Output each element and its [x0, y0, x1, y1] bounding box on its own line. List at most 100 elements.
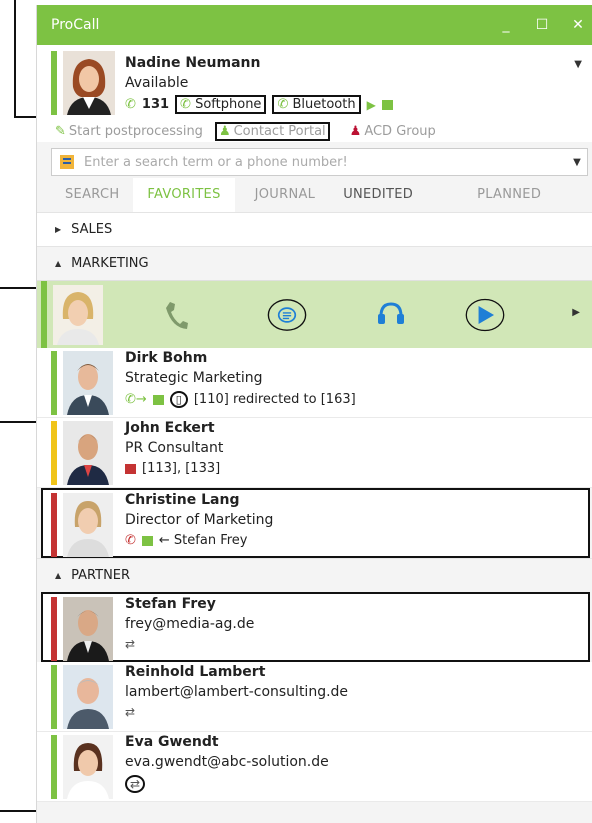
tab-journal[interactable]: JOURNAL — [241, 178, 330, 212]
contact-avatar — [63, 493, 113, 557]
transfer-icon: ⇄ — [125, 705, 136, 719]
action-links: ✎ Start postprocessing ♟ Contact Portal ♟ A… — [37, 120, 592, 142]
presence-indicator — [51, 597, 57, 661]
chevron-down-icon[interactable]: ▼ — [567, 157, 587, 168]
contact-item[interactable]: Eva Gwendt eva.gwendt@abc-solution.de ⇄ — [37, 732, 592, 802]
acd-group-label: ACD Group — [364, 123, 436, 139]
group-marketing[interactable]: ▲ MARKETING — [37, 246, 592, 280]
headset-button[interactable] — [371, 295, 411, 335]
contact-avatar — [63, 735, 113, 799]
chevron-down-icon[interactable]: ▼ — [574, 59, 582, 70]
chat-button[interactable] — [267, 295, 307, 335]
user-avatar — [63, 51, 115, 115]
contact-status-row: [113], [133] — [125, 461, 220, 476]
contact-portal-label: Contact Portal — [233, 123, 326, 139]
presence-indicator — [51, 421, 57, 485]
tab-unedited[interactable]: UNEDITED — [329, 178, 427, 212]
annotation-line — [14, 0, 16, 118]
pencil-icon: ✎ — [55, 123, 66, 139]
play-icon[interactable]: ▶ — [367, 98, 376, 112]
tab-bar: SEARCH FAVORITES JOURNAL UNEDITED PLANNE… — [37, 178, 592, 212]
contact-email: lambert@lambert-consulting.de — [125, 684, 349, 700]
play-button[interactable] — [465, 295, 505, 335]
contact-item[interactable]: Dirk Bohm Strategic Marketing ✆→ ▯ [110]… — [37, 348, 592, 418]
phone-icon: ✆ — [180, 97, 191, 112]
chevron-right-icon: ▶ — [55, 225, 62, 234]
user-name: Nadine Neumann — [125, 55, 261, 71]
group-label: SALES — [71, 222, 113, 237]
transfer-icon: ⇄ — [125, 637, 136, 651]
contact-name: Dirk Bohm — [125, 350, 208, 366]
call-button[interactable] — [157, 295, 197, 335]
softphone-device[interactable]: ✆ Softphone — [175, 95, 267, 114]
postprocessing-label: Start postprocessing — [68, 123, 203, 139]
contact-name: Christine Lang — [125, 492, 240, 508]
maximize-button[interactable]: ☐ — [524, 17, 560, 33]
presence-indicator — [51, 493, 57, 557]
titlebar: ProCall _ ☐ ✕ — [37, 5, 592, 45]
calendar-icon[interactable] — [381, 99, 393, 110]
chat-icon — [267, 299, 307, 331]
contact-avatar — [63, 597, 113, 661]
contact-avatar — [63, 665, 113, 729]
user-status[interactable]: Available — [125, 75, 188, 91]
contact-email: eva.gwendt@abc-solution.de — [125, 754, 329, 770]
contact-avatar — [63, 421, 113, 485]
tab-favorites[interactable]: FAVORITES — [133, 178, 235, 212]
group-icon: ♟ — [349, 123, 362, 139]
tab-search[interactable]: SEARCH — [51, 178, 133, 212]
acd-group-link[interactable]: ♟ ACD Group — [350, 124, 436, 139]
mobile-icon: ▯ — [169, 391, 188, 408]
contact-avatar — [53, 285, 103, 345]
contact-portal-link[interactable]: ♟ Contact Portal — [214, 121, 330, 141]
phone-icon — [166, 302, 188, 329]
contact-status-row: ⇄ — [125, 705, 135, 719]
extension: 131 — [141, 97, 170, 112]
calendar-icon — [152, 394, 164, 405]
window-title: ProCall — [51, 17, 100, 33]
phone-icon: ✆ — [125, 533, 136, 548]
contact-item[interactable]: John Eckert PR Consultant [113], [133] — [37, 418, 592, 488]
user-line-row: ✆ 131 ✆ Softphone ✆ Bluetooth ▶ — [125, 95, 393, 114]
contact-email: frey@media-ag.de — [125, 616, 255, 632]
redirect-info: [110] redirected to [163] — [193, 392, 356, 407]
group-label: MARKETING — [71, 256, 149, 271]
phone-icon: ✆ — [125, 97, 136, 112]
person-icon: ♟ — [218, 123, 231, 139]
start-postprocessing-link[interactable]: ✎ Start postprocessing — [55, 124, 203, 139]
tab-planned[interactable]: PLANNED — [463, 178, 555, 212]
transfer-icon: ⇄ — [125, 775, 146, 793]
contact-item[interactable]: Christine Lang Director of Marketing ✆ ←… — [41, 488, 590, 558]
group-sales[interactable]: ▶ SALES — [37, 212, 592, 246]
play-icon — [465, 298, 505, 332]
contact-status-row: ⇄ — [125, 775, 146, 793]
contact-book-icon — [60, 155, 74, 169]
presence-indicator — [41, 281, 47, 349]
contact-name: Stefan Frey — [125, 596, 216, 612]
contact-item[interactable]: Reinhold Lambert lambert@lambert-consult… — [37, 662, 592, 732]
phone-icon: ✆ — [277, 97, 289, 112]
search-input[interactable]: Enter a search term or a phone number! ▼ — [51, 148, 588, 176]
headset-icon — [378, 302, 404, 324]
contact-status-row: ✆→ ▯ [110] redirected to [163] — [125, 391, 356, 408]
user-card: Nadine Neumann Available ✆ 131 ✆ Softpho… — [37, 45, 592, 120]
minimize-button[interactable]: _ — [488, 17, 524, 33]
contact-item[interactable]: Stefan Frey frey@media-ag.de ⇄ — [41, 592, 590, 662]
contact-name: Reinhold Lambert — [125, 664, 266, 680]
calendar-icon — [125, 463, 136, 474]
contact-title: Strategic Marketing — [125, 370, 263, 386]
contact-title: Director of Marketing — [125, 512, 274, 528]
bluetooth-device[interactable]: ✆ Bluetooth — [272, 95, 361, 114]
procall-window: ProCall _ ☐ ✕ Nadine Neumann Available ✆… — [36, 5, 592, 823]
contact-action-bar: ▶ — [37, 280, 592, 349]
contact-status-row: ⇄ — [125, 637, 135, 651]
group-partner[interactable]: ▲ PARTNER — [37, 558, 592, 592]
search-placeholder: Enter a search term or a phone number! — [84, 154, 348, 170]
contact-name: John Eckert — [125, 420, 215, 436]
close-button[interactable]: ✕ — [560, 17, 592, 33]
bluetooth-label: Bluetooth — [292, 97, 356, 112]
presence-indicator — [51, 665, 57, 729]
chevron-right-icon[interactable]: ▶ — [572, 307, 580, 318]
calendar-icon — [141, 535, 153, 546]
contact-avatar — [63, 351, 113, 415]
